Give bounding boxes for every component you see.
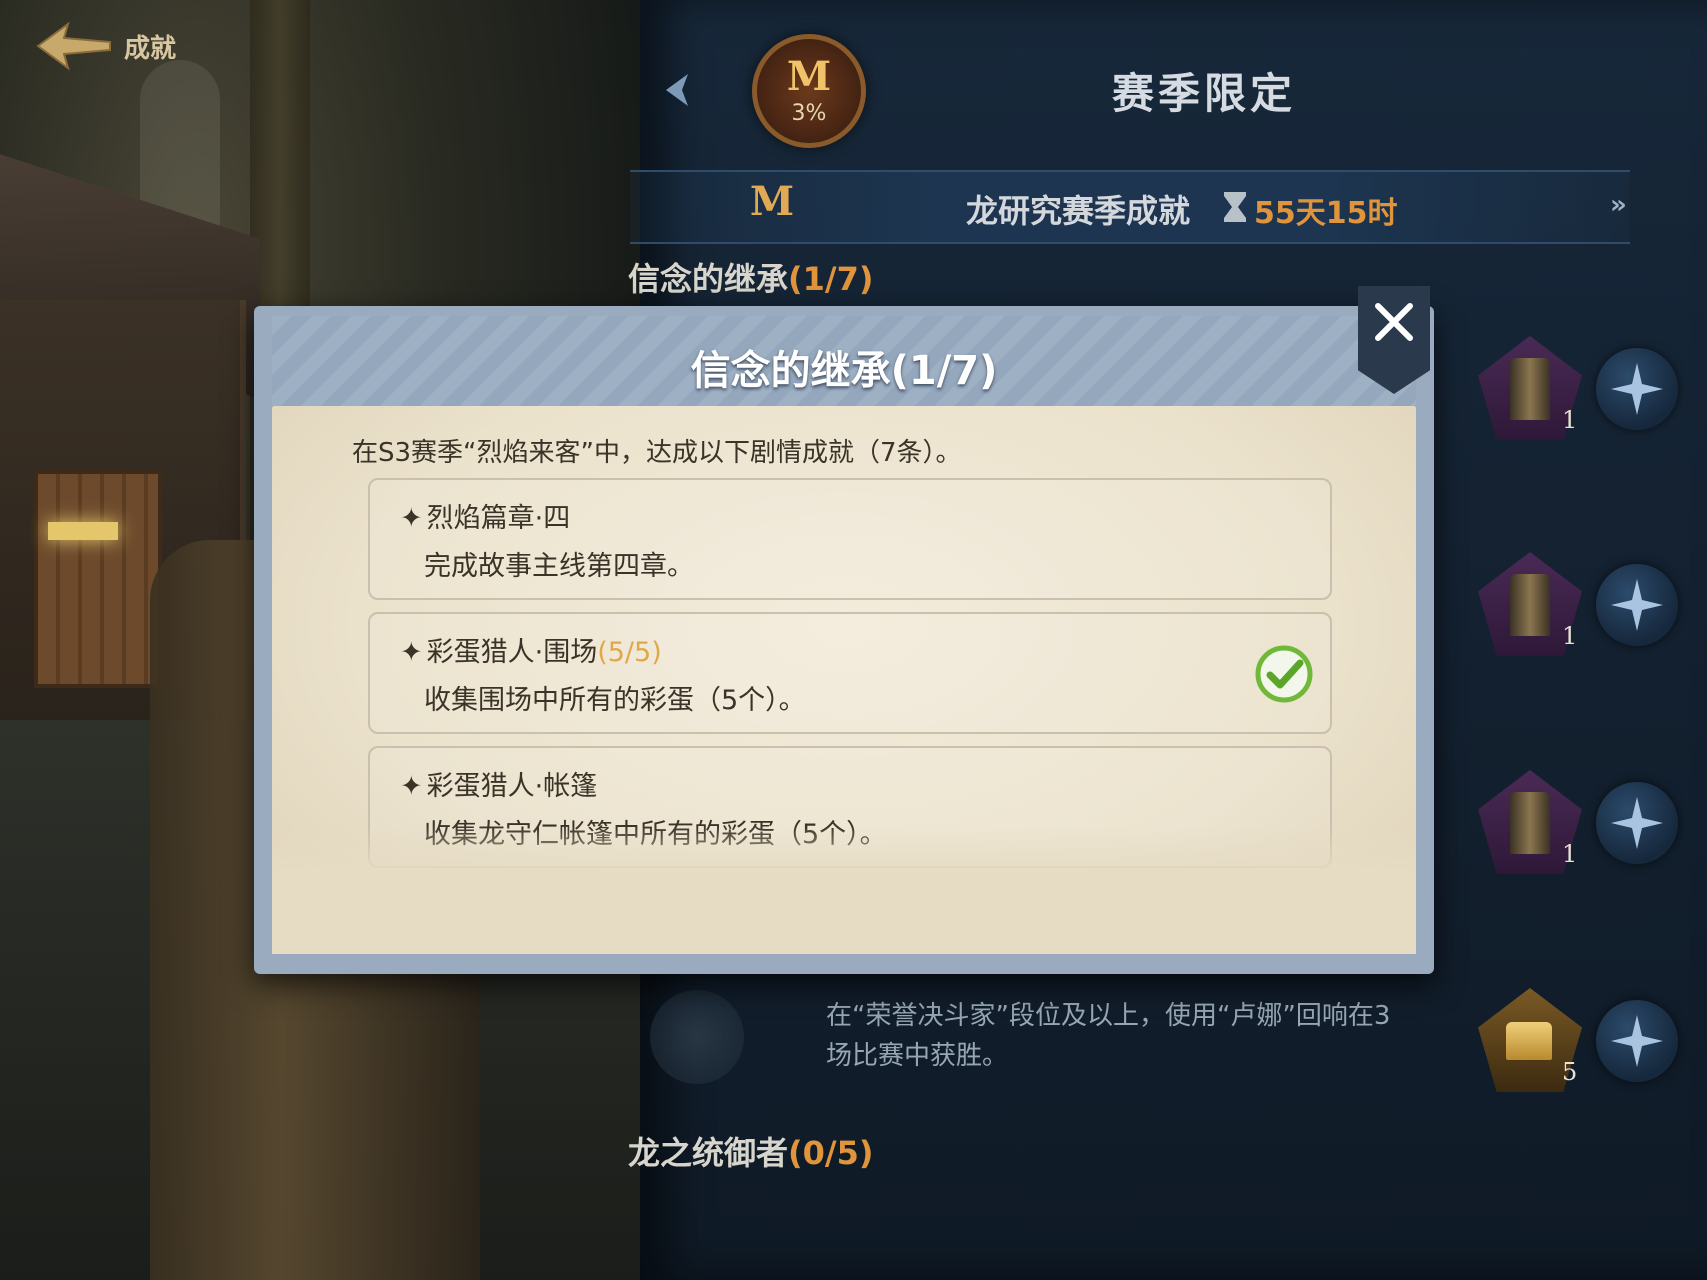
season-progress-emblem[interactable]: M 3% xyxy=(752,34,866,148)
sparkle-icon xyxy=(1611,1015,1663,1067)
entry-name-text: 彩蛋猎人·围场 xyxy=(426,637,598,668)
season-mini-emblem-icon: M xyxy=(749,178,795,225)
sparkle-icon xyxy=(1611,797,1663,849)
entry-name-text: 烈焰篇章·四 xyxy=(426,503,571,534)
achievement-entry: ✦ 彩蛋猎人·围场(5/5) 收集围场中所有的彩蛋（5个）。 xyxy=(368,612,1332,734)
reward-count: 1 xyxy=(1562,840,1578,868)
claim-button[interactable] xyxy=(1596,564,1678,646)
back-arrow-icon xyxy=(34,20,114,72)
achievement-detail-modal: 信念的继承(1/7) 在S3赛季“烈焰来客”中，达成以下剧情成就（7条）。 ✦ 烈… xyxy=(254,286,1434,974)
group-title-dragon: 龙之统御者(0/5) xyxy=(628,1128,873,1174)
claim-button[interactable] xyxy=(1596,782,1678,864)
entry-description: 收集围场中所有的彩蛋（5个）。 xyxy=(424,685,806,716)
reward-count: 1 xyxy=(1562,406,1578,434)
bullet-star-icon: ✦ xyxy=(400,503,423,534)
close-icon xyxy=(1375,303,1413,341)
achievement-entry: ✦ 烈焰篇章·四 完成故事主线第四章。 xyxy=(368,478,1332,600)
page-title: 赛季限定 xyxy=(1112,69,1297,118)
modal-paper-body: 在S3赛季“烈焰来客”中，达成以下剧情成就（7条）。 ✦ 烈焰篇章·四 完成故事主… xyxy=(272,406,1416,954)
group-name: 龙之统御者 xyxy=(628,1134,789,1172)
reward-count: 5 xyxy=(1562,1058,1578,1086)
entry-name: ✦ 彩蛋猎人·帐篷 xyxy=(400,764,597,803)
claim-button[interactable] xyxy=(1596,1000,1678,1082)
reward-row: 5 xyxy=(1470,988,1680,1098)
group-progress: (0/5) xyxy=(788,1134,874,1172)
reward-count: 1 xyxy=(1562,622,1578,650)
season-bar-title: 龙研究赛季成就 xyxy=(966,192,1191,230)
achievement-badge-icon xyxy=(650,990,744,1084)
reward-row: 1 xyxy=(1470,770,1680,880)
achievement-description: 在“荣誉决斗家”段位及以上，使用“卢娜”回响在3场比赛中获胜。 xyxy=(826,1001,1391,1071)
claim-button[interactable] xyxy=(1596,348,1678,430)
previous-page-chevron-icon[interactable] xyxy=(660,70,694,110)
sparkle-icon xyxy=(1611,579,1663,631)
sparkle-icon xyxy=(1611,363,1663,415)
entry-name-text: 彩蛋猎人·帐篷 xyxy=(426,771,598,802)
entry-name: ✦ 烈焰篇章·四 xyxy=(400,496,570,535)
entry-progress: (5/5) xyxy=(597,637,662,668)
scene-lamp xyxy=(48,522,118,540)
group-name: 信念的继承 xyxy=(628,260,789,298)
back-label: 成就 xyxy=(124,33,177,64)
season-time-left: 55天15时 xyxy=(1254,196,1398,231)
hourglass-icon xyxy=(1224,192,1246,222)
season-percent: 3% xyxy=(791,100,827,126)
modal-intro-text: 在S3赛季“烈焰来客”中，达成以下剧情成就（7条）。 xyxy=(352,438,962,468)
season-achievement-bar[interactable]: M 龙研究赛季成就 55天15时 » xyxy=(630,170,1630,244)
modal-title: 信念的继承(1/7) xyxy=(272,338,1416,396)
modal-title-progress: (1/7) xyxy=(890,348,998,394)
entry-description: 完成故事主线第四章。 xyxy=(424,551,694,582)
entry-name: ✦ 彩蛋猎人·围场(5/5) xyxy=(400,630,662,669)
bullet-star-icon: ✦ xyxy=(400,771,423,802)
checkmark-icon xyxy=(1255,645,1313,703)
group-progress: (1/7) xyxy=(788,260,874,298)
reward-row: 1 xyxy=(1470,552,1680,662)
scene-hut-door xyxy=(34,470,162,688)
double-chevron-right-icon[interactable]: » xyxy=(1610,190,1627,220)
back-button[interactable]: 成就 xyxy=(34,20,176,72)
list-fade-overlay xyxy=(272,826,1416,954)
reward-row: 1 xyxy=(1470,336,1680,446)
group-title-faith: 信念的继承(1/7) xyxy=(628,254,873,300)
modal-header: 信念的继承(1/7) xyxy=(272,316,1416,408)
season-emblem-glyph: M xyxy=(786,52,832,100)
bullet-star-icon: ✦ xyxy=(400,637,423,668)
modal-title-text: 信念的继承 xyxy=(690,348,891,394)
